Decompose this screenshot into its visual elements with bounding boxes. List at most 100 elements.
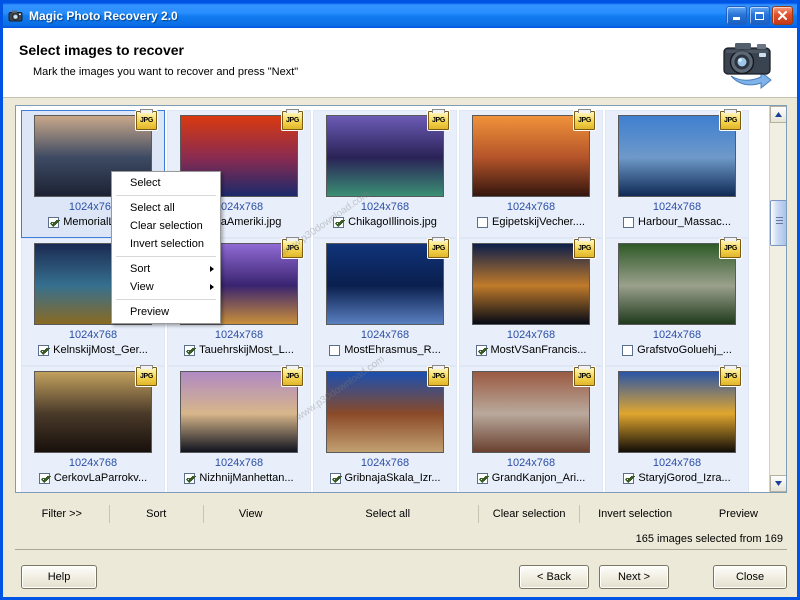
thumbnail-image-wrap[interactable]: JPG (618, 371, 736, 453)
thumbnail-image-wrap[interactable]: JPG (472, 243, 590, 325)
thumbnail-tile[interactable]: JPG1024x768GribnajaSkala_Izr... (313, 366, 457, 493)
thumbnail-tile[interactable]: JPG 1024x768 StaryjGorod_Izra... (605, 366, 749, 493)
thumbnail-checkbox[interactable] (39, 473, 50, 484)
thumbnail-filename: CerkovLaParrokv... (54, 472, 147, 484)
thumbnail-dimensions: 1024x768 (653, 457, 701, 469)
thumbnail-checkbox[interactable] (476, 345, 487, 356)
thumbnail-filename: EgipetskijVecher.... (492, 216, 585, 228)
maximize-icon[interactable] (749, 6, 770, 25)
thumbnail-image-wrap[interactable]: JPG (618, 243, 736, 325)
thumbnail-image[interactable] (180, 371, 298, 453)
context-menu[interactable]: Select Select allClear selectionInvert se… (111, 171, 221, 324)
thumbnail-image-wrap[interactable]: JPG (326, 243, 444, 325)
thumbnail-checkbox[interactable] (477, 473, 488, 484)
vertical-scrollbar[interactable] (769, 106, 786, 492)
thumbnail-checkbox[interactable] (477, 217, 488, 228)
context-menu-item[interactable]: View (112, 278, 220, 296)
context-menu-item[interactable]: Select all (112, 199, 220, 217)
thumbnail-dimensions: 1024x768 (507, 329, 555, 341)
thumbnail-image-wrap[interactable]: JPG (618, 115, 736, 197)
title-bar: Magic Photo Recovery 2.0 (3, 3, 797, 28)
help-button[interactable]: Help (21, 565, 97, 589)
thumbnail-tile[interactable]: JPG1024x768GrandKanjon_Ari... (459, 366, 603, 493)
close-icon[interactable] (772, 6, 793, 25)
chevron-up-icon[interactable] (770, 106, 787, 123)
thumbnail-image[interactable] (618, 371, 736, 453)
jpg-format-badge: JPG (428, 367, 449, 386)
toolbar-item-preview[interactable]: Preview (690, 505, 787, 523)
thumbnail-checkbox[interactable] (622, 345, 633, 356)
thumbnail-checkbox[interactable] (38, 345, 49, 356)
thumbnail-image-wrap[interactable]: JPG (472, 115, 590, 197)
thumbnail-dimensions: 1024x768 (361, 329, 409, 341)
close-button[interactable]: Close (713, 565, 787, 589)
jpg-format-badge: JPG (136, 111, 157, 130)
context-menu-item[interactable]: Clear selection (112, 217, 220, 235)
back-button[interactable]: < Back (519, 565, 589, 589)
thumbnail-image[interactable] (618, 115, 736, 197)
context-menu-item[interactable]: Invert selection (112, 235, 220, 253)
thumbnail-tile[interactable]: JPG1024x768GrafstvoGoluehj_... (605, 238, 749, 366)
context-menu-item[interactable]: Select (112, 174, 220, 192)
thumbnail-checkbox[interactable] (333, 217, 344, 228)
thumbnail-dimensions: 1024x768 (653, 329, 701, 341)
toolbar-item-clear-selection[interactable]: Clear selection (479, 505, 580, 523)
thumbnail-checkbox[interactable] (623, 473, 634, 484)
thumbnail-dimensions: 1024x768 (361, 201, 409, 213)
thumbnail-image[interactable] (618, 243, 736, 325)
chevron-down-icon[interactable] (770, 475, 787, 492)
thumbnail-image[interactable] (472, 115, 590, 197)
thumbnail-filename: TauehrskijMost_L... (199, 344, 294, 356)
thumbnail-tile[interactable]: JPG1024x768NizhnijManhettan... (167, 366, 311, 493)
thumbnail-checkbox[interactable] (329, 345, 340, 356)
thumbnail-image[interactable] (472, 371, 590, 453)
thumbnail-filename-row: StaryjGorod_Izra... (623, 472, 730, 484)
toolbar-item-invert-selection[interactable]: Invert selection (580, 505, 690, 523)
context-menu-item[interactable]: Sort (112, 260, 220, 278)
toolbar-item-filter[interactable]: Filter >> (15, 505, 109, 523)
window-controls (726, 6, 793, 25)
thumbnail-checkbox[interactable] (623, 217, 634, 228)
toolbar-item-view[interactable]: View (204, 505, 298, 523)
thumbnail-dimensions: 1024x768 (507, 457, 555, 469)
jpg-format-badge: JPG (720, 111, 741, 130)
thumbnail-image[interactable] (326, 371, 444, 453)
submenu-arrow-icon (210, 284, 214, 290)
status-text: 165 images selected from 169 (636, 533, 783, 545)
scrollbar-thumb[interactable] (770, 200, 787, 246)
thumbnail-filename-row: MostEhrasmus_R... (329, 344, 441, 356)
thumbnail-filename-row: Harbour_Massac... (623, 216, 731, 228)
thumbnail-image-wrap[interactable]: JPG (472, 371, 590, 453)
thumbnail-image[interactable] (326, 115, 444, 197)
thumbnail-checkbox[interactable] (48, 217, 59, 228)
thumbnail-image-wrap[interactable]: JPG (326, 371, 444, 453)
thumbnail-tile[interactable]: JPG 1024x768 MostEhrasmus_R... (313, 238, 457, 366)
thumbnail-image[interactable] (34, 371, 152, 453)
toolbar-item-select-all[interactable]: Select all (297, 505, 477, 523)
thumbnail-tile[interactable]: JPG1024x768ChikagoIllinois.jpg (313, 110, 457, 238)
thumbnail-image-wrap[interactable]: JPG (34, 371, 152, 453)
thumbnail-tile[interactable]: JPG1024x768CerkovLaParrokv... (21, 366, 165, 493)
thumbnail-tile[interactable]: JPG1024x768Harbour_Massac... (605, 110, 749, 238)
thumbnail-image-wrap[interactable]: JPG (180, 371, 298, 453)
toolbar-item-sort[interactable]: Sort (109, 505, 203, 523)
status-divider (15, 549, 787, 550)
thumbnail-tile[interactable]: JPG 1024x768 EgipetskijVecher.... (459, 110, 603, 238)
thumbnail-checkbox[interactable] (330, 473, 341, 484)
thumbnail-dimensions: 1024x768 (215, 201, 263, 213)
thumbnail-filename-row: EgipetskijVecher.... (477, 216, 585, 228)
thumbnail-image-wrap[interactable]: JPG (326, 115, 444, 197)
thumbnail-tile[interactable]: JPG1024x768MostVSanFrancis... (459, 238, 603, 366)
thumbnail-checkbox[interactable] (184, 345, 195, 356)
action-toolbar[interactable]: Filter >>SortViewSelect allClear selecti… (15, 499, 787, 529)
thumbnail-checkbox[interactable] (184, 473, 195, 484)
next-button[interactable]: Next > (599, 565, 669, 589)
minimize-icon[interactable] (726, 6, 747, 25)
thumbnail-filename-row: NizhnijManhettan... (184, 472, 293, 484)
context-menu-item[interactable]: Preview (112, 303, 220, 321)
jpg-format-badge: JPG (428, 239, 449, 258)
thumbnail-dimensions: 1024x768 (507, 201, 555, 213)
jpg-format-badge: JPG (574, 111, 595, 130)
thumbnail-image[interactable] (472, 243, 590, 325)
thumbnail-image[interactable] (326, 243, 444, 325)
